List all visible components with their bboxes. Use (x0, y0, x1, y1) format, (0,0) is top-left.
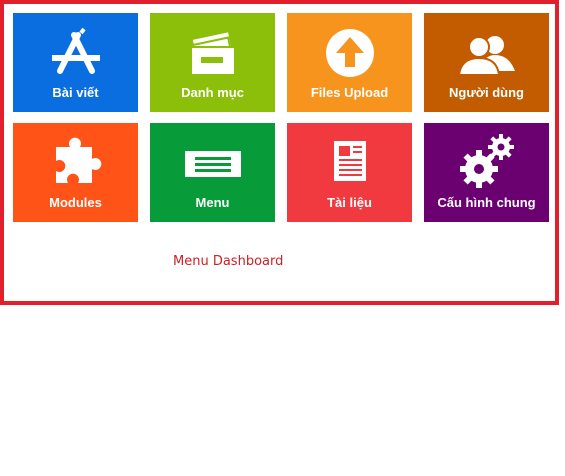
tile-danh-muc[interactable]: Danh mục (150, 13, 275, 112)
tile-label: Tài liệu (327, 195, 372, 210)
tile-label: Modules (49, 195, 102, 210)
upload-icon (287, 27, 412, 79)
dashboard-caption: Menu Dashboard (173, 254, 284, 269)
tile-label: Files Upload (310, 85, 389, 100)
dashboard-frame: Bài viết Danh mục Files Upload Người dùn… (0, 0, 559, 305)
tile-files-upload[interactable]: Files Upload (287, 13, 412, 112)
tile-label: Cấu hình chung (437, 195, 536, 210)
gears-icon (424, 131, 549, 191)
folder-icon (150, 27, 275, 79)
tile-label: Menu (195, 195, 230, 210)
tile-menu[interactable]: Menu (150, 123, 275, 222)
tile-modules[interactable]: Modules (13, 123, 138, 222)
tile-label: Bài viết (52, 85, 99, 100)
tile-cau-hinh-chung[interactable]: Cấu hình chung (424, 123, 549, 222)
tile-tai-lieu[interactable]: Tài liệu (287, 123, 412, 222)
tile-nguoi-dung[interactable]: Người dùng (424, 13, 549, 112)
users-icon (424, 27, 549, 79)
puzzle-icon (13, 137, 138, 189)
tile-label: Danh mục (181, 85, 244, 100)
document-icon (287, 137, 412, 189)
menu-card-icon (150, 137, 275, 189)
tile-label: Người dùng (449, 85, 524, 100)
tile-bai-viet[interactable]: Bài viết (13, 13, 138, 112)
app-store-icon (13, 27, 138, 79)
